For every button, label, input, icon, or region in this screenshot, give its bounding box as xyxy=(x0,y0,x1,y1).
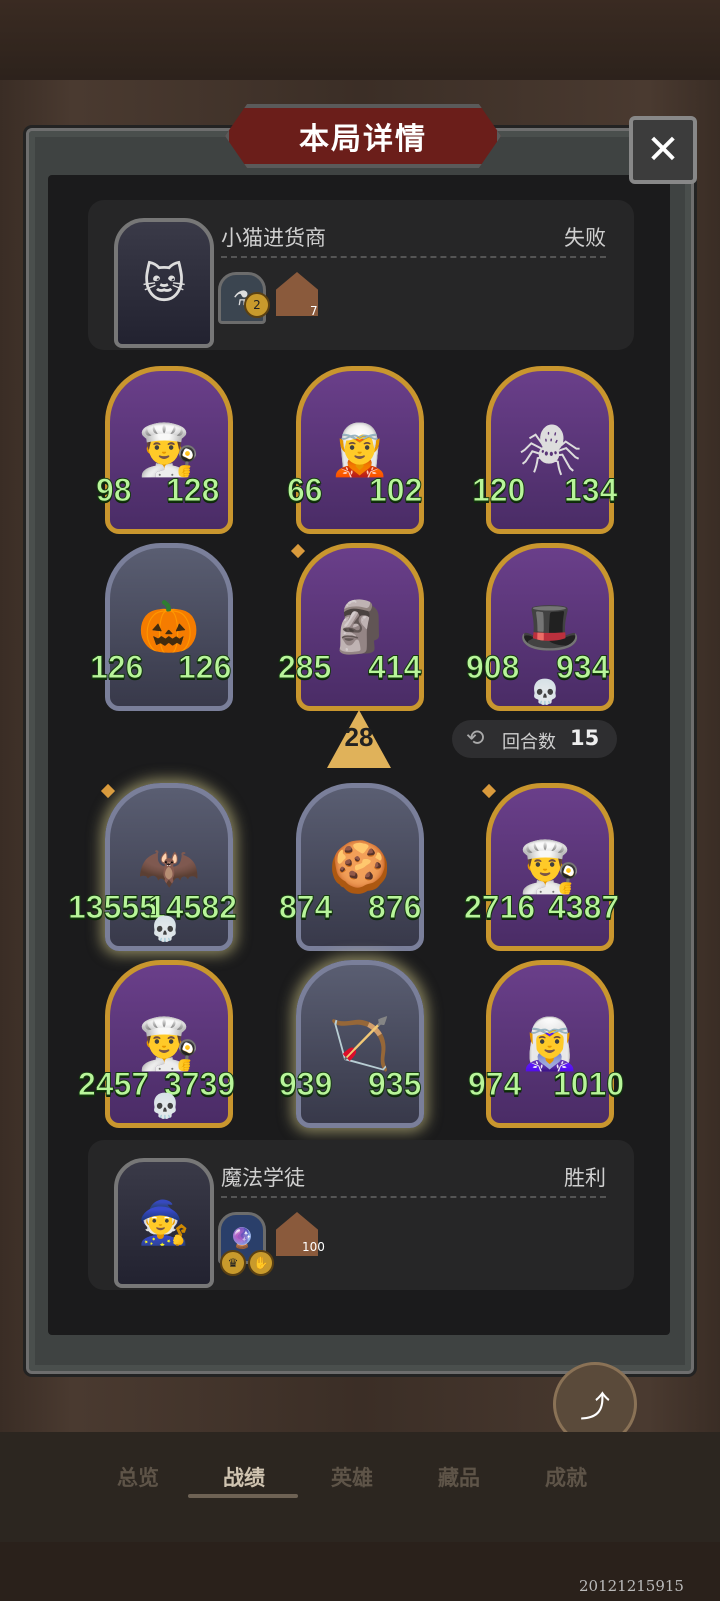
hero-attack: 13555 xyxy=(68,889,158,926)
close-button[interactable]: ✕ xyxy=(629,116,697,184)
hero-attack: 120 xyxy=(471,472,526,509)
hero-health: 134 xyxy=(563,472,618,509)
divider xyxy=(221,1196,606,1198)
share-icon: ⤴ xyxy=(580,1390,610,1425)
hero-attack: 2716 xyxy=(463,889,536,926)
active-tab-indicator xyxy=(188,1494,298,1498)
hero-attack: 285 xyxy=(277,649,332,686)
hero-attack: 66 xyxy=(287,472,324,509)
opponent-name: 小猫进货商 xyxy=(221,226,326,250)
round-value: 15 xyxy=(570,726,600,750)
hero-attack: 126 xyxy=(89,649,144,686)
hero-health: 4387 xyxy=(547,889,620,926)
crown-icon: ♛ xyxy=(220,1250,246,1276)
skull-icon: 💀 xyxy=(150,1092,180,1120)
divider xyxy=(221,256,606,258)
opponent-result: 失败 xyxy=(564,226,606,250)
hero-attack: 2457 xyxy=(77,1066,150,1103)
hand-icon: ✋ xyxy=(248,1250,274,1276)
hero-health: 935 xyxy=(367,1066,422,1103)
tab-records[interactable]: 战绩 xyxy=(223,1462,265,1492)
top-background xyxy=(0,0,720,90)
hero-health: 876 xyxy=(367,889,422,926)
dialog-title: 本局详情 xyxy=(299,122,427,157)
player-result: 胜利 xyxy=(564,1166,606,1190)
dialog-title-plate: 本局详情 xyxy=(225,104,501,168)
item-level-badge: 2 xyxy=(244,292,270,318)
refresh-icon: ⟲ xyxy=(466,726,485,751)
hero-attack: 908 xyxy=(465,649,520,686)
round-label: 回合数 xyxy=(502,732,556,753)
hero-health: 934 xyxy=(555,649,610,686)
house-count: 100 xyxy=(302,1240,325,1254)
hero-health: 102 xyxy=(368,472,423,509)
hero-health: 128 xyxy=(165,472,220,509)
player-avatar: 🧙 xyxy=(114,1158,214,1288)
close-icon: ✕ xyxy=(646,127,680,173)
round-counter: ⟲ 回合数 15 xyxy=(452,720,617,758)
opponent-card: 🐱 小猫进货商 失败 ⚗ 2 7 xyxy=(88,200,634,350)
hero-health: 126 xyxy=(177,649,232,686)
skull-icon: 💀 xyxy=(530,678,560,706)
player-id: 20121215915 xyxy=(579,1577,684,1595)
tab-collection[interactable]: 藏品 xyxy=(438,1462,480,1492)
hero-attack: 98 xyxy=(96,472,133,509)
house-count: 7 xyxy=(310,304,318,318)
player-name: 魔法学徒 xyxy=(221,1166,305,1190)
hero-attack: 939 xyxy=(278,1066,333,1103)
tab-overview[interactable]: 总览 xyxy=(117,1462,159,1492)
tavern-level: 28 xyxy=(344,722,374,752)
hero-attack: 874 xyxy=(278,889,333,926)
player-card: 🧙 魔法学徒 胜利 🔮 100 ♛ ✋ xyxy=(88,1140,634,1290)
tab-achievements[interactable]: 成就 xyxy=(545,1462,587,1492)
hero-health: 1010 xyxy=(552,1066,625,1103)
opponent-avatar: 🐱 xyxy=(114,218,214,348)
hero-health: 414 xyxy=(367,649,422,686)
hero-attack: 974 xyxy=(467,1066,522,1103)
skull-icon: 💀 xyxy=(150,915,180,943)
tab-heroes[interactable]: 英雄 xyxy=(331,1462,373,1492)
